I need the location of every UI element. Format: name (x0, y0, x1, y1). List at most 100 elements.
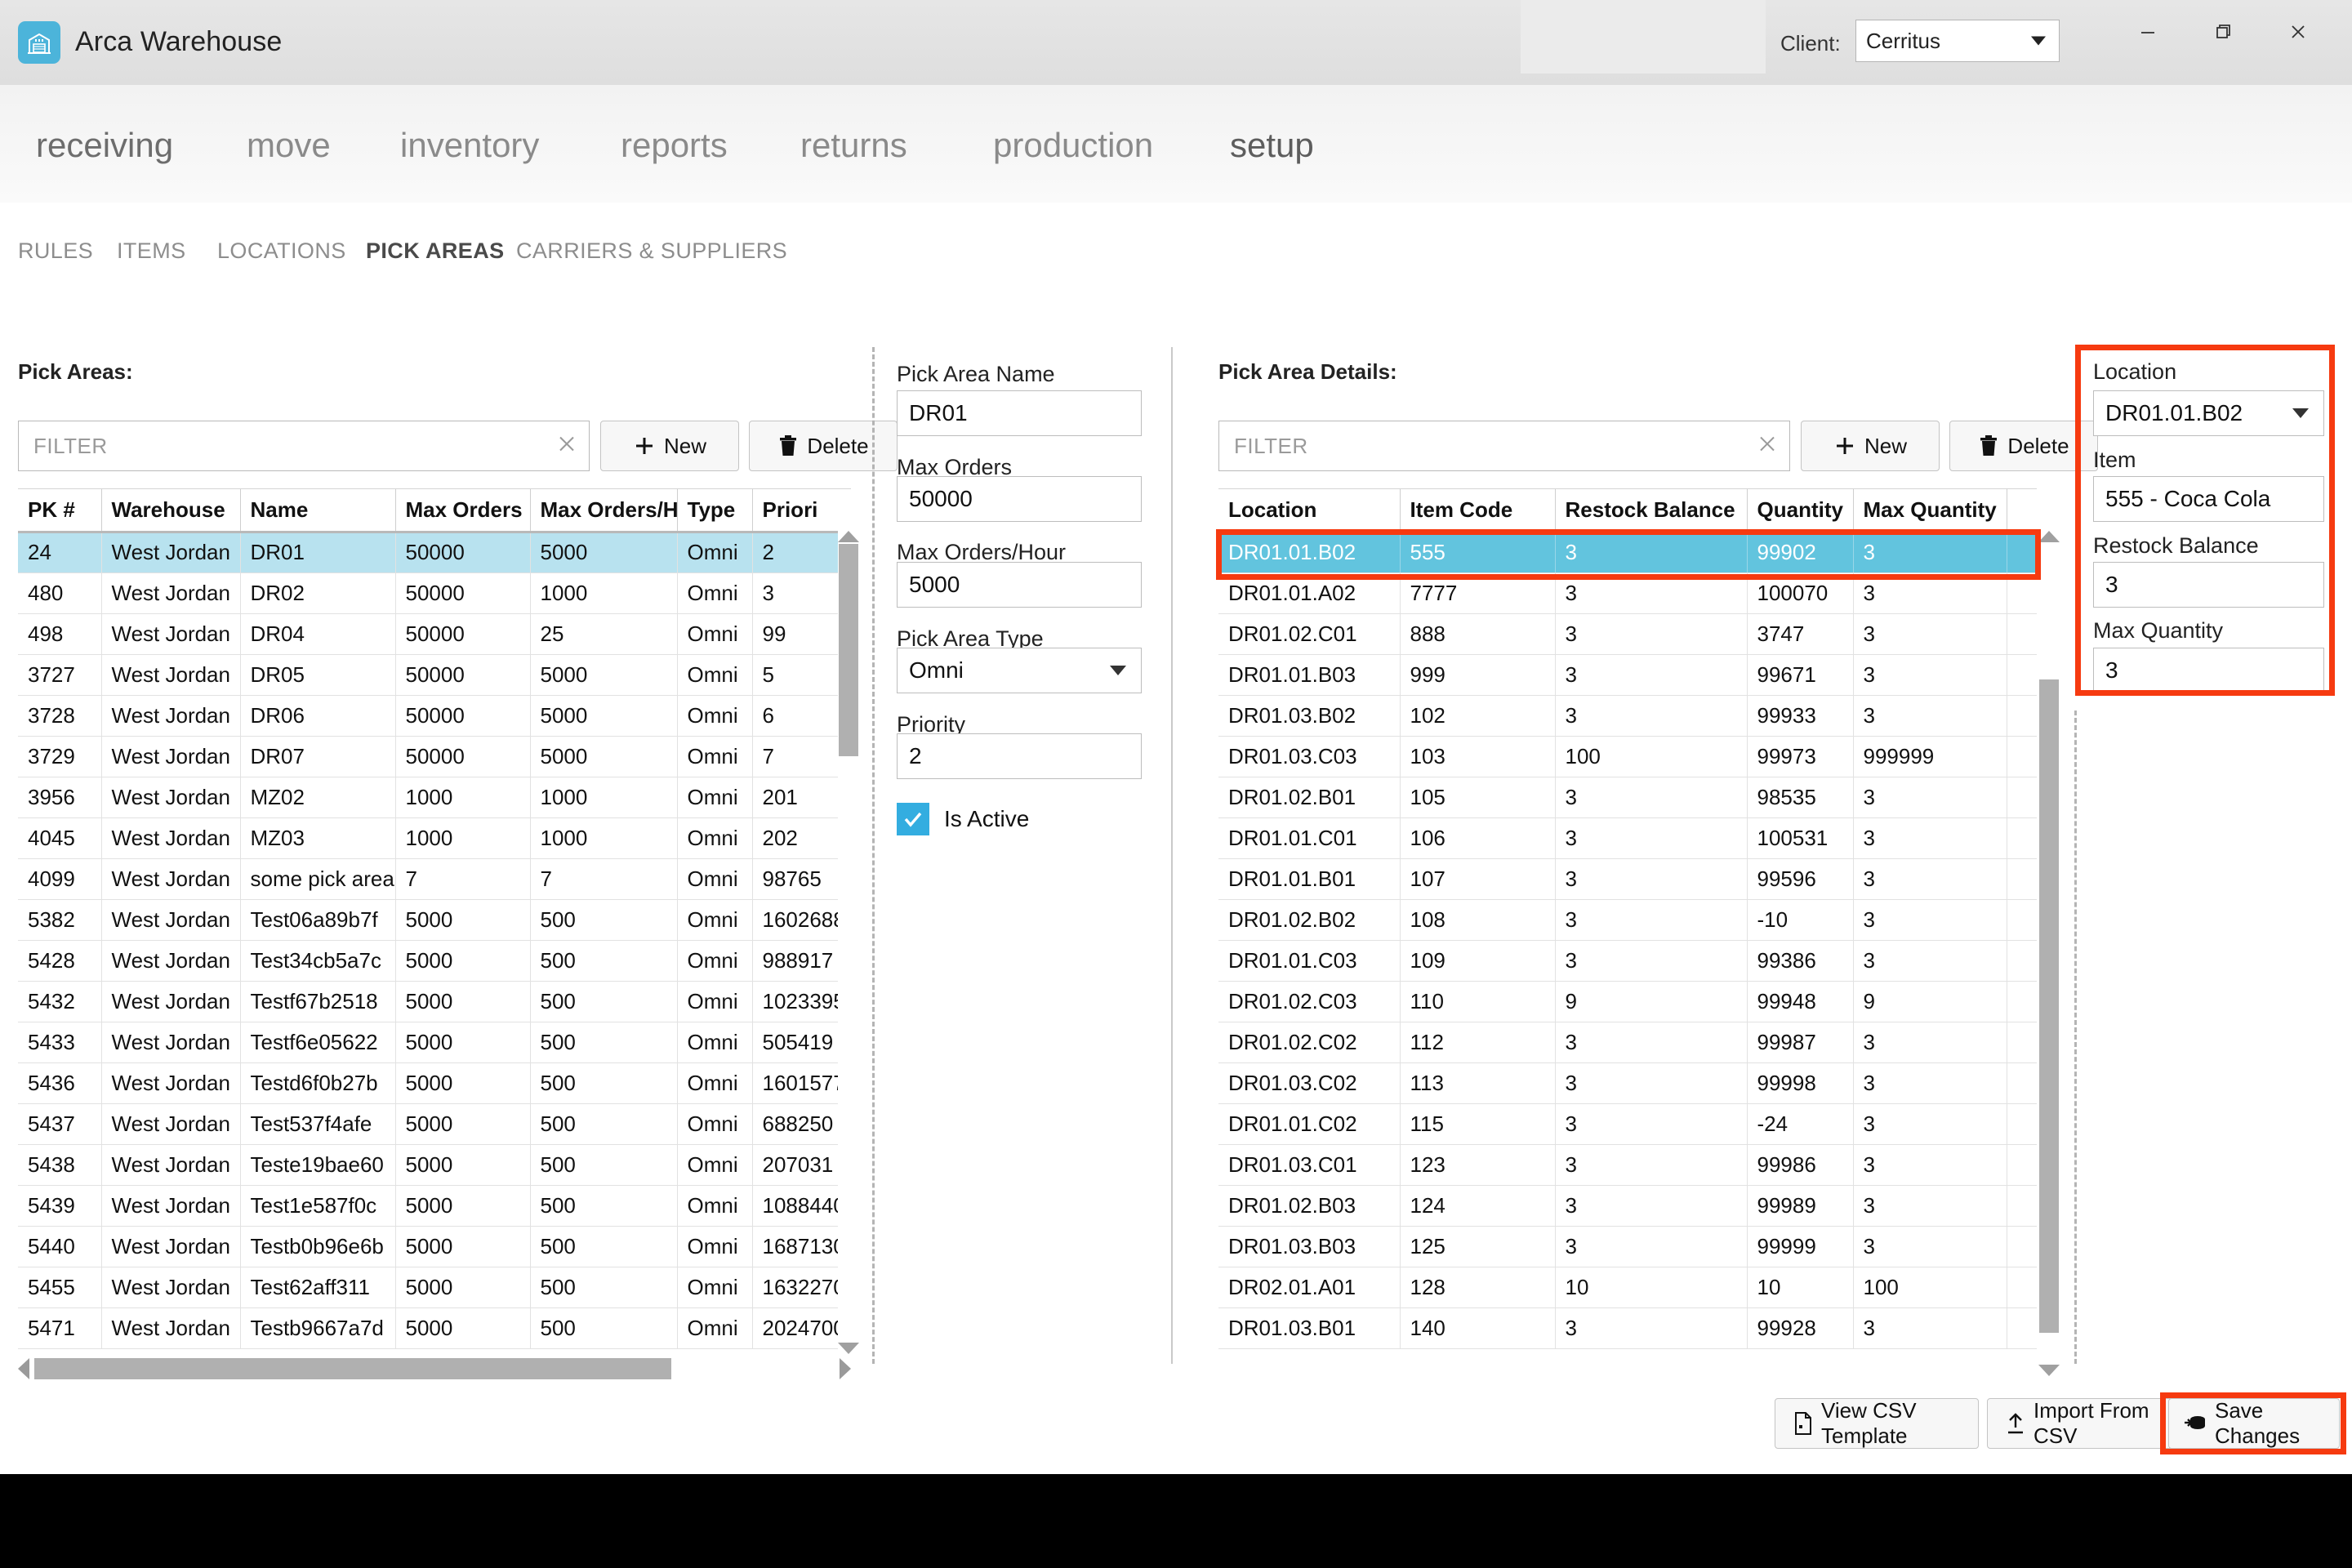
close-button[interactable] (2261, 8, 2336, 56)
column-header-4[interactable]: Max Quantity (1853, 489, 2007, 533)
column-header-2[interactable]: Restock Balance (1555, 489, 1748, 533)
table-row[interactable]: DR01.01.B02 555 3 99902 3 (1218, 532, 2037, 573)
client-dropdown[interactable]: Cerritus (1855, 20, 2060, 62)
scrollbar-thumb[interactable] (2039, 679, 2059, 1333)
table-row[interactable]: 4099 West Jordan some pick area 7 7 Omni 98765 (18, 858, 851, 900)
column-header-0[interactable]: Location (1218, 489, 1401, 533)
max-orders-input[interactable]: 50000 (897, 476, 1142, 522)
table-row[interactable]: 3956 West Jordan MZ02 1000 1000 Omni 201 (18, 777, 851, 818)
table-row[interactable]: 498 West Jordan DR04 50000 25 Omni 99 (18, 613, 851, 655)
table-row[interactable]: DR01.01.B01 107 3 99596 3 (1218, 858, 2037, 900)
table-row[interactable]: DR01.02.C02 112 3 99987 3 (1218, 1022, 2037, 1063)
save-changes-button[interactable]: Save Changes (2168, 1398, 2340, 1449)
table-row[interactable]: DR01.01.C03 109 3 99386 3 (1218, 940, 2037, 982)
table-row[interactable]: DR01.03.B02 102 3 99933 3 (1218, 695, 2037, 737)
table-row[interactable]: 3728 West Jordan DR06 50000 5000 Omni 6 (18, 695, 851, 737)
detail-item-input[interactable]: 555 - Coca Cola (2093, 476, 2324, 522)
scroll-up-icon[interactable] (2038, 531, 2060, 542)
clear-filter-icon[interactable] (1757, 434, 1778, 459)
nav-item-move[interactable]: move (247, 126, 331, 165)
column-header-3[interactable]: Max Orders (395, 489, 531, 533)
table-row[interactable]: DR01.01.A02 7777 3 100070 3 (1218, 572, 2037, 614)
clear-filter-icon[interactable] (556, 434, 577, 459)
column-header-4[interactable]: Max Orders/Hr (530, 489, 678, 533)
table-row[interactable]: 5438 West Jordan Teste19bae60 5000 500 Omni 20… (18, 1144, 851, 1186)
table-row[interactable]: DR01.01.C02 115 3 -24 3 (1218, 1103, 2037, 1145)
scroll-up-icon[interactable] (838, 531, 859, 542)
table-row[interactable]: DR01.03.B01 140 3 99928 3 (1218, 1307, 2037, 1349)
pick-areas-vertical-scrollbar[interactable] (838, 531, 859, 1354)
nav-item-reports[interactable]: reports (621, 126, 728, 165)
pick-areas-table[interactable]: PK # Warehouse Name Max Orders Max Orders/Hr… (18, 488, 851, 1354)
column-header-5[interactable] (2007, 489, 2037, 533)
pick-areas-new-button[interactable]: New (600, 421, 739, 471)
tab-locations[interactable]: LOCATIONS (217, 238, 346, 264)
details-delete-button[interactable]: Delete (1949, 421, 2098, 471)
scroll-down-icon[interactable] (838, 1343, 859, 1354)
table-row[interactable]: DR01.03.C03 103 100 99973 999999 (1218, 736, 2037, 777)
table-row[interactable]: 5428 West Jordan Test34cb5a7c 5000 500 Omni 98… (18, 940, 851, 982)
nav-item-setup[interactable]: setup (1230, 126, 1314, 165)
nav-item-returns[interactable]: returns (800, 126, 907, 165)
table-row[interactable]: 4045 West Jordan MZ03 1000 1000 Omni 202 (18, 817, 851, 859)
nav-item-receiving[interactable]: receiving (36, 126, 173, 165)
pick-areas-horizontal-scrollbar[interactable] (18, 1357, 851, 1380)
table-row[interactable]: 5433 West Jordan Testf6e05622 5000 500 Omni 50… (18, 1022, 851, 1063)
minimize-button[interactable] (2110, 8, 2185, 56)
scroll-right-icon[interactable] (840, 1358, 851, 1379)
pick-areas-delete-button[interactable]: Delete (749, 421, 898, 471)
table-row[interactable]: DR01.03.B03 125 3 99999 3 (1218, 1226, 2037, 1267)
scrollbar-thumb[interactable] (34, 1358, 671, 1379)
nav-item-inventory[interactable]: inventory (400, 126, 539, 165)
table-row[interactable]: 5471 West Jordan Testb9667a7d 5000 500 Omni 20… (18, 1307, 851, 1349)
table-row[interactable]: DR01.02.B01 105 3 98535 3 (1218, 777, 2037, 818)
import-from-csv-button[interactable]: Import From CSV (1987, 1398, 2191, 1449)
table-row[interactable]: DR01.02.C01 888 3 3747 3 (1218, 613, 2037, 655)
max-orders-hour-input[interactable]: 5000 (897, 562, 1142, 608)
scroll-down-icon[interactable] (2038, 1365, 2060, 1376)
pick-area-details-table[interactable]: Location Item Code Restock Balance Quantity… (1218, 488, 2037, 1354)
column-header-6[interactable]: Priori (752, 489, 851, 533)
nav-item-production[interactable]: production (993, 126, 1153, 165)
column-header-2[interactable]: Name (240, 489, 396, 533)
table-row[interactable]: 5437 West Jordan Test537f4afe 5000 500 Omni 68… (18, 1103, 851, 1145)
table-row[interactable]: DR01.03.C02 113 3 99998 3 (1218, 1062, 2037, 1104)
table-row[interactable]: DR01.02.B02 108 3 -10 3 (1218, 899, 2037, 941)
detail-max-quantity-input[interactable]: 3 (2093, 648, 2324, 693)
pick-area-name-input[interactable]: DR01 (897, 390, 1142, 436)
detail-location-dropdown[interactable]: DR01.01.B02 (2093, 390, 2324, 436)
scrollbar-thumb[interactable] (839, 544, 858, 756)
column-header-3[interactable]: Quantity (1747, 489, 1854, 533)
table-row[interactable]: 5432 West Jordan Testf67b2518 5000 500 Omni 10… (18, 981, 851, 1022)
table-row[interactable]: 3729 West Jordan DR07 50000 5000 Omni 7 (18, 736, 851, 777)
details-vertical-scrollbar[interactable] (2038, 531, 2060, 1376)
priority-input[interactable]: 2 (897, 733, 1142, 779)
table-row[interactable]: 5382 West Jordan Test06a89b7f 5000 500 Omni 16… (18, 899, 851, 941)
tab-carriers-suppliers[interactable]: CARRIERS & SUPPLIERS (516, 238, 787, 264)
column-header-5[interactable]: Type (677, 489, 753, 533)
detail-restock-balance-input[interactable]: 3 (2093, 562, 2324, 608)
scroll-left-icon[interactable] (18, 1358, 29, 1379)
table-row[interactable]: 5436 West Jordan Testd6f0b27b 5000 500 Omni 16… (18, 1062, 851, 1104)
table-row[interactable]: 5440 West Jordan Testb0b96e6b 5000 500 Omni 16… (18, 1226, 851, 1267)
pick-areas-filter-input[interactable]: FILTER (18, 421, 590, 471)
restore-button[interactable] (2185, 8, 2261, 56)
tab-items[interactable]: ITEMS (117, 238, 186, 264)
column-header-1[interactable]: Warehouse (101, 489, 241, 533)
view-csv-template-button[interactable]: View CSV Template (1775, 1398, 1979, 1449)
table-row[interactable]: 24 West Jordan DR01 50000 5000 Omni 2 (18, 532, 851, 573)
details-filter-input[interactable]: FILTER (1218, 421, 1790, 471)
table-row[interactable]: 480 West Jordan DR02 50000 1000 Omni 3 (18, 572, 851, 614)
table-row[interactable]: 3727 West Jordan DR05 50000 5000 Omni 5 (18, 654, 851, 696)
table-row[interactable]: DR01.01.B03 999 3 99671 3 (1218, 654, 2037, 696)
column-header-1[interactable]: Item Code (1400, 489, 1556, 533)
is-active-checkbox[interactable] (897, 803, 929, 835)
table-row[interactable]: DR01.01.C01 106 3 100531 3 (1218, 817, 2037, 859)
pick-area-type-dropdown[interactable]: Omni (897, 648, 1142, 693)
table-row[interactable]: 5439 West Jordan Test1e587f0c 5000 500 Omni 10… (18, 1185, 851, 1227)
column-header-0[interactable]: PK # (18, 489, 102, 533)
tab-rules[interactable]: RULES (18, 238, 93, 264)
table-row[interactable]: DR01.02.C03 110 9 99948 9 (1218, 981, 2037, 1022)
is-active-checkbox-row[interactable]: Is Active (897, 803, 1029, 835)
table-row[interactable]: DR01.02.B03 124 3 99989 3 (1218, 1185, 2037, 1227)
